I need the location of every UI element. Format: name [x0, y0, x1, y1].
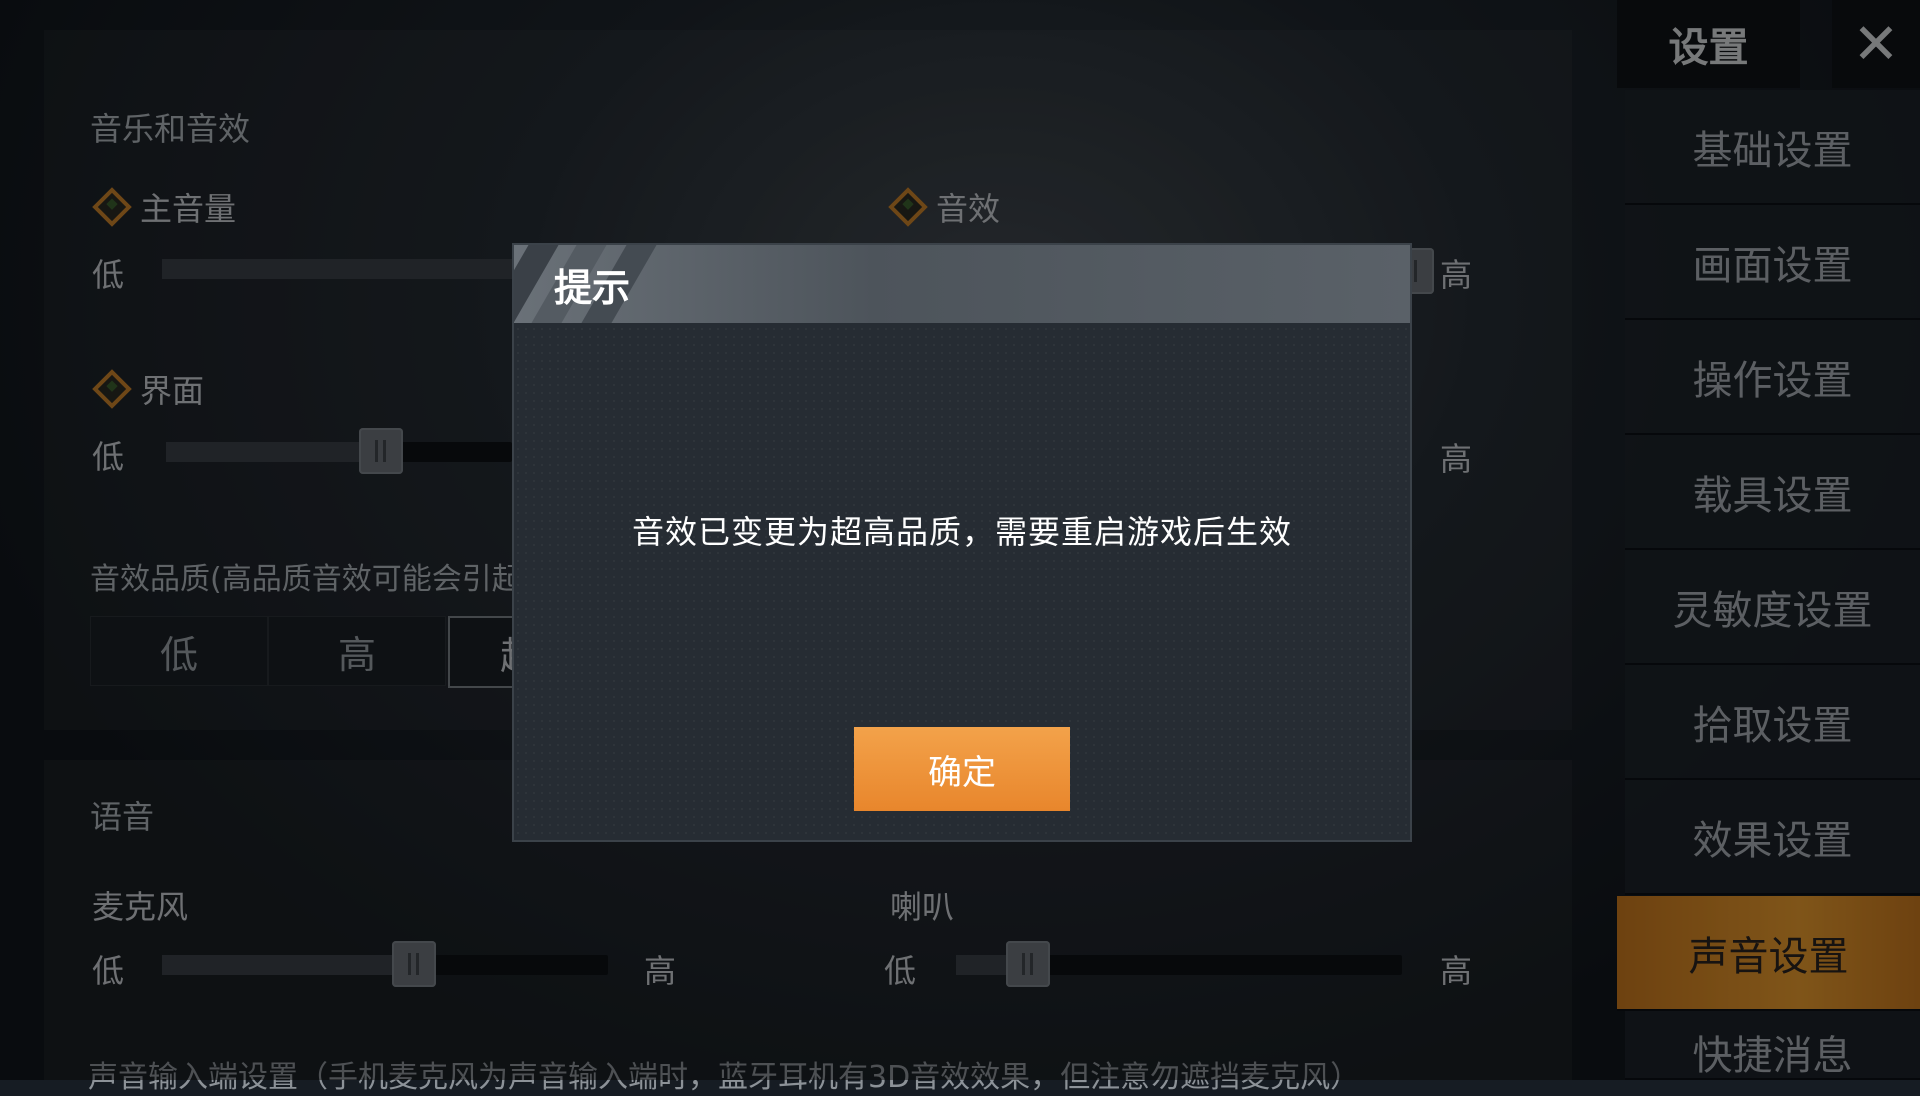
dialog-header: 提示 [514, 245, 1410, 323]
dialog-message: 音效已变更为超高品质，需要重启游戏后生效 [631, 513, 1292, 551]
confirm-button[interactable]: 确定 [854, 727, 1070, 811]
dialog-title: 提示 [554, 266, 631, 310]
notice-dialog: 提示 音效已变更为超高品质，需要重启游戏后生效 确定 [512, 243, 1412, 842]
